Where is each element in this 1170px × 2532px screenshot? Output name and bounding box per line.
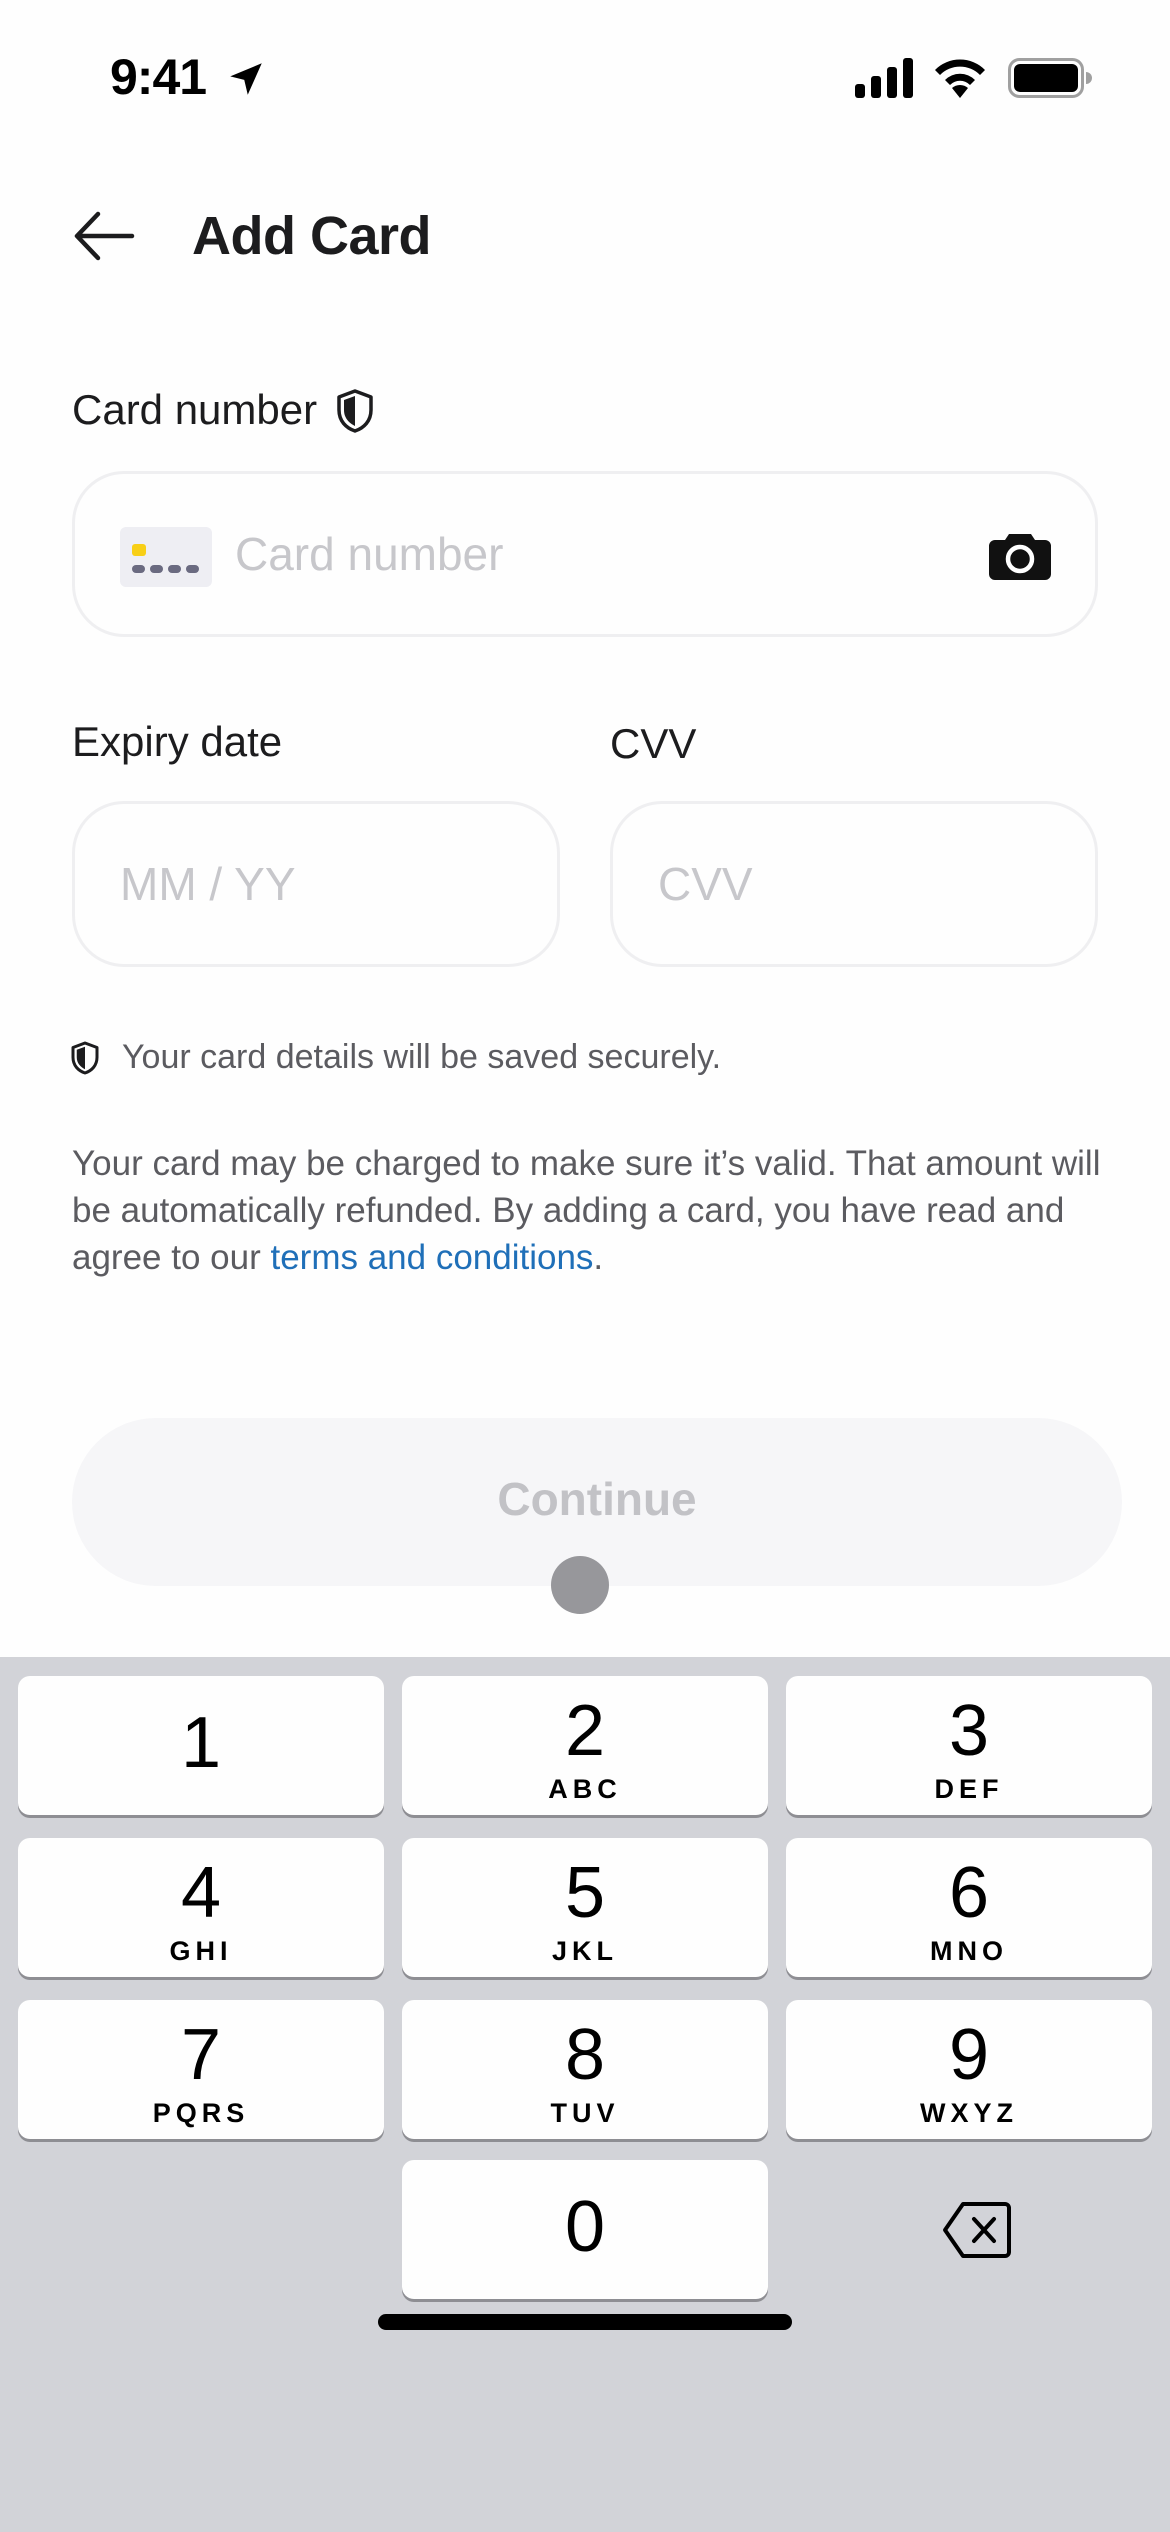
page-title: Add Card (192, 206, 432, 266)
shield-icon (337, 389, 373, 433)
cvv-field[interactable] (610, 801, 1098, 967)
delete-key[interactable] (786, 2160, 1152, 2299)
card-number-field[interactable] (72, 471, 1098, 637)
cellular-signal-icon (855, 58, 913, 98)
key-8[interactable]: 8 TUV (402, 2000, 768, 2139)
key-7[interactable]: 7 PQRS (18, 2000, 384, 2139)
credit-card-icon (120, 527, 212, 587)
key-1[interactable]: 1 (18, 1676, 384, 1815)
backspace-icon (943, 2202, 1011, 2258)
key-0[interactable]: 0 (402, 2160, 768, 2299)
key-2[interactable]: 2 ABC (402, 1676, 768, 1815)
camera-icon[interactable] (989, 530, 1051, 580)
key-9[interactable]: 9 WXYZ (786, 2000, 1152, 2139)
expiry-date-input[interactable] (120, 854, 520, 914)
legal-disclaimer: Your card may be charged to make sure it… (72, 1140, 1112, 1281)
cvv-input[interactable] (658, 854, 1058, 914)
expiry-date-label: Expiry date (72, 718, 283, 765)
location-arrow-icon (230, 63, 262, 95)
touch-indicator (551, 1556, 609, 1614)
card-number-input[interactable] (235, 524, 1015, 584)
secure-note-text: Your card details will be saved securely… (122, 1038, 722, 1076)
key-5[interactable]: 5 JKL (402, 1838, 768, 1977)
numeric-keypad: 1 2 ABC 3 DEF 4 GHI 5 JKL 6 MNO 7 PQRS 8 TUV 9W… (0, 1657, 1170, 2532)
cvv-label: CVV (610, 720, 697, 767)
battery-icon (1008, 58, 1092, 98)
key-3[interactable]: 3 DEF (786, 1676, 1152, 1815)
expiry-date-field[interactable] (72, 801, 560, 967)
terms-and-conditions-link[interactable]: terms and conditions (270, 1238, 593, 1277)
legal-text-end: . (593, 1238, 604, 1277)
key-4[interactable]: 4 GHI (18, 1838, 384, 1977)
home-indicator[interactable] (378, 2314, 792, 2330)
status-time: 9:41 (110, 49, 207, 105)
card-number-label: Card number (72, 386, 318, 433)
secure-note: Your card details will be saved securely… (70, 1038, 721, 1077)
shield-icon (71, 1041, 99, 1074)
wifi-icon (935, 59, 985, 98)
key-6[interactable]: 6 MNO (786, 1838, 1152, 1977)
status-bar: 9:41 (0, 0, 1170, 150)
back-arrow-icon[interactable] (72, 208, 136, 264)
